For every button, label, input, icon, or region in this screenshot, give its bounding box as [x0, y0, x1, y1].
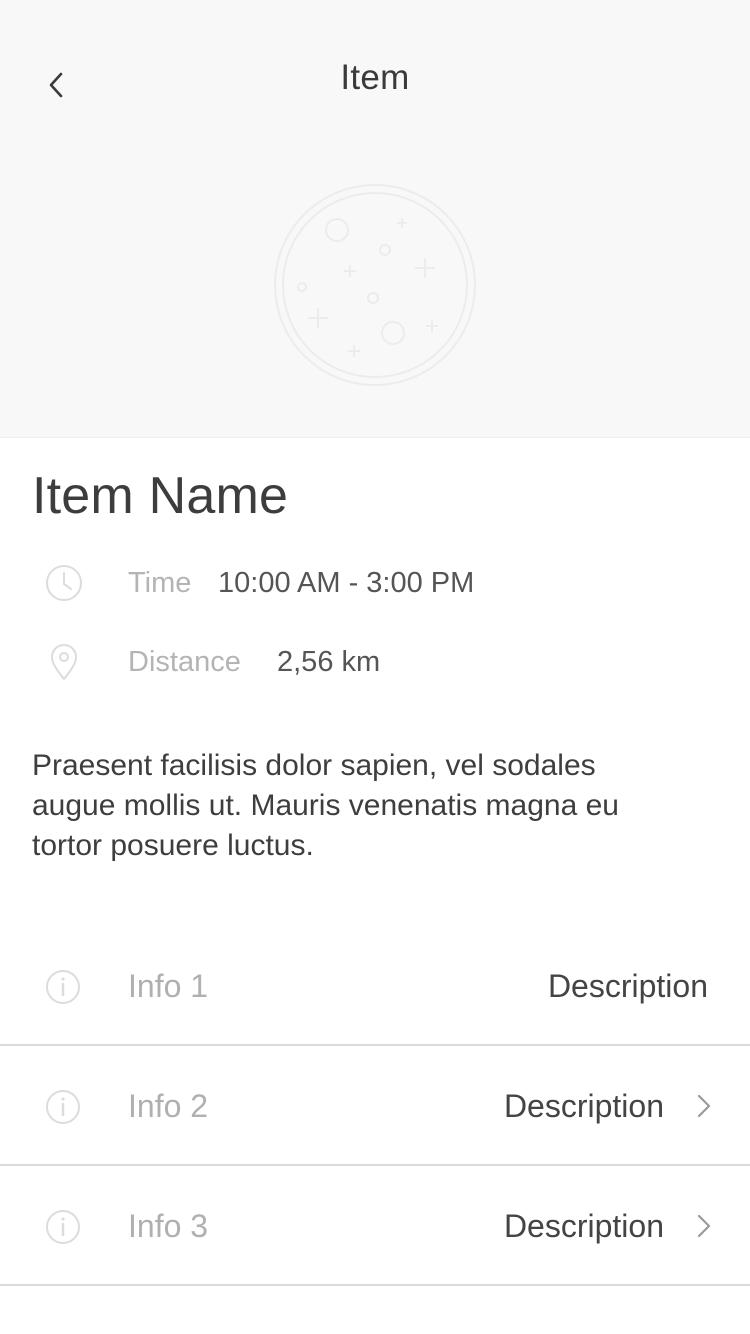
info-row-2[interactable]: Info 2 Description [0, 1046, 750, 1166]
distance-row: Distance 2,56 km [0, 637, 750, 687]
info-row-3[interactable]: Info 3 Description [0, 1166, 750, 1286]
info-value: Description [503, 1088, 664, 1124]
time-label: Time [128, 566, 192, 599]
info-value: Description [503, 1208, 664, 1244]
time-row: Time 10:00 AM - 3:00 PM [0, 558, 750, 608]
info-label: Info 1 [128, 968, 209, 1004]
info-row-1[interactable]: Info 1 Description [0, 926, 750, 1046]
info-label: Info 3 [128, 1208, 209, 1244]
hero-header: Item [0, 0, 750, 438]
item-name: Item Name [32, 467, 289, 525]
info-value: Description [547, 968, 708, 1004]
page-title: Item [340, 58, 410, 97]
chevron-right-icon [697, 1214, 711, 1238]
chevron-right-icon [697, 1094, 711, 1118]
info-icon [46, 1090, 80, 1124]
placeholder-planet-image [274, 184, 476, 386]
clock-icon [46, 565, 82, 601]
distance-value: 2,56 km [277, 645, 381, 678]
info-label: Info 2 [128, 1088, 209, 1124]
time-value: 10:00 AM - 3:00 PM [218, 566, 475, 599]
location-pin-icon [51, 644, 77, 680]
row-divider [0, 1284, 750, 1286]
distance-label: Distance [128, 645, 241, 678]
hero-divider [0, 437, 750, 438]
info-icon [46, 970, 80, 1004]
item-description: Praesent facilisis dolor sapien, vel sod… [32, 749, 619, 862]
info-icon [46, 1210, 80, 1244]
